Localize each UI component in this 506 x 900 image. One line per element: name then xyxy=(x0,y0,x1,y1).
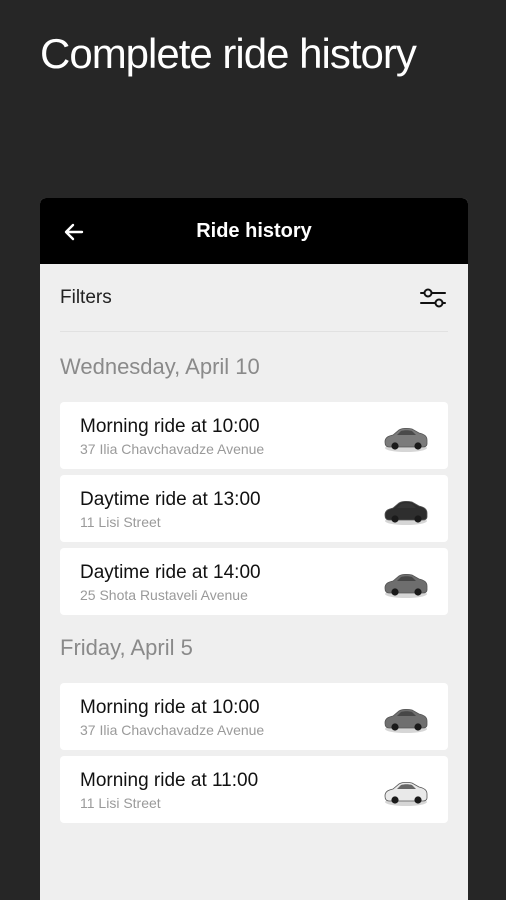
back-button[interactable] xyxy=(60,218,88,246)
ride-address: 37 Ilia Chavchavadze Avenue xyxy=(80,441,265,457)
ride-list: Morning ride at 10:00 37 Ilia Chavchavadz… xyxy=(60,402,448,615)
promo-headline: Complete ride history xyxy=(40,30,417,77)
ride-list: Morning ride at 10:00 37 Ilia Chavchavadz… xyxy=(60,683,448,823)
ride-title: Morning ride at 11:00 xyxy=(80,770,259,791)
date-heading: Friday, April 5 xyxy=(60,635,193,660)
car-icon xyxy=(384,573,428,598)
promo-screen: Complete ride history Ride history Filte… xyxy=(0,0,506,900)
car-icon xyxy=(384,781,428,806)
date-heading: Wednesday, April 10 xyxy=(60,354,260,379)
car-icon xyxy=(384,500,428,525)
ride-address: 25 Shota Rustaveli Avenue xyxy=(80,587,248,603)
ride-card[interactable]: Morning ride at 11:00 11 Lisi Street xyxy=(60,756,448,823)
ride-card[interactable]: Morning ride at 10:00 37 Ilia Chavchavadz… xyxy=(60,683,448,750)
page-title: Ride history xyxy=(196,219,312,242)
ride-address: 11 Lisi Street xyxy=(80,795,161,811)
ride-title: Morning ride at 10:00 xyxy=(80,697,260,718)
ride-title: Daytime ride at 13:00 xyxy=(80,489,261,510)
arrow-left-icon xyxy=(64,223,84,241)
ride-sections: Wednesday, April 10 Morning ride at 10:00… xyxy=(40,354,468,823)
filters-label: Filters xyxy=(60,286,112,308)
ride-title: Morning ride at 10:00 xyxy=(80,416,260,437)
ride-card[interactable]: Daytime ride at 14:00 25 Shota Rustaveli … xyxy=(60,548,448,615)
ride-card[interactable]: Daytime ride at 13:00 11 Lisi Street xyxy=(60,475,448,542)
app-bar: Ride history xyxy=(40,198,468,264)
car-icon xyxy=(384,427,428,452)
ride-address: 11 Lisi Street xyxy=(80,514,161,530)
sliders-icon xyxy=(420,288,446,307)
ride-card[interactable]: Morning ride at 10:00 37 Ilia Chavchavadz… xyxy=(60,402,448,469)
filters-row[interactable]: Filters xyxy=(60,264,448,332)
car-icon xyxy=(384,708,428,733)
ride-title: Daytime ride at 14:00 xyxy=(80,562,261,583)
ride-address: 37 Ilia Chavchavadze Avenue xyxy=(80,722,265,738)
phone-screen: Ride history Filters Wednesday, April 10… xyxy=(40,198,468,900)
filters-button[interactable] xyxy=(418,283,448,313)
